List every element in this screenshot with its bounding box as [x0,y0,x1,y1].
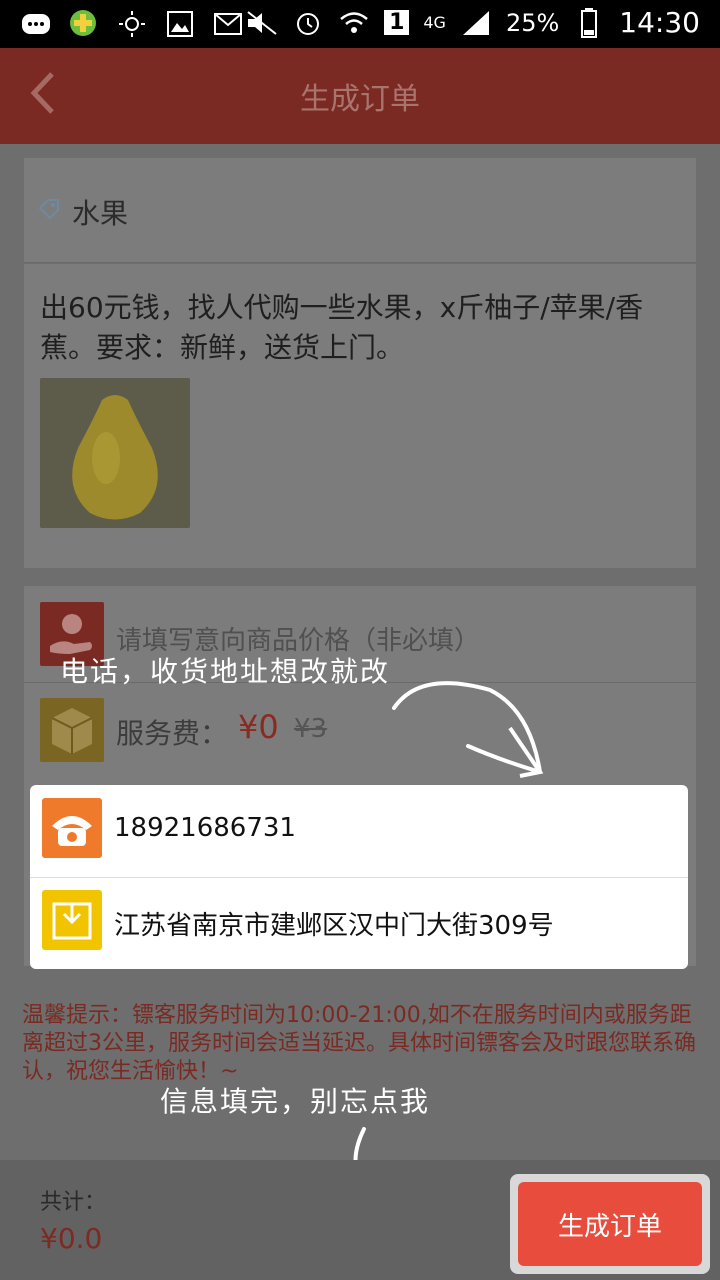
contact-popup: 18921686731 江苏省南京市建邺区汉中门大街309号 [30,785,688,969]
total-label: 共计： [40,1190,107,1215]
notification-icons [20,8,244,40]
alarm-icon [292,7,324,39]
curved-arrow-icon [392,681,544,778]
request-card: 出60元钱，找人代购一些水果，x斤柚子/苹果/香蕉。要求：新鲜，送货上门。 [24,264,696,568]
phone-icon [42,798,102,858]
category-row[interactable]: 水果 [24,158,696,263]
chat-icon [20,8,52,40]
bottom-bar: 共计： ¥0.0 生成订单 [0,1160,720,1280]
service-notice: 温馨提示：镖客服务时间为10:00-21:00,如不在服务时间内或服务距离超过3… [22,1003,696,1084]
mute-icon [246,7,278,39]
service-fee-original: ¥3 [294,714,328,744]
tag-icon [38,199,59,220]
phone-row[interactable]: 18921686731 [30,785,688,878]
battery-percent: 25% [505,8,560,37]
address: 江苏省南京市建邺区汉中门大街309号 [114,911,554,941]
app-badge-icon [68,8,100,40]
battery-icon [573,7,605,39]
title-bar: 生成订单 [0,48,720,144]
submit-highlight: 生成订单 [510,1174,710,1274]
package-icon [40,698,104,762]
network-label: 4G [423,13,446,32]
category-label: 水果 [72,197,129,230]
page-title: 生成订单 [300,82,420,117]
service-fee-row: 服务费： ¥0 ¥3 [24,682,696,778]
signal-icon [460,7,492,39]
status-bar: 1 4G 25% 14:30 [0,0,720,48]
total-value: ¥0.0 [40,1222,103,1255]
sim-indicator: 1 [384,10,410,35]
brightness-icon [116,8,148,40]
submit-tip: 信息填完，别忘点我 [160,1085,431,1118]
image-icon [164,8,196,40]
system-icons: 1 4G 25% 14:30 [246,6,700,39]
request-description: 出60元钱，找人代购一些水果，x斤柚子/苹果/香蕉。要求：新鲜，送货上门。 [40,291,644,364]
mail-icon [212,8,244,40]
service-fee-label: 服务费： [116,717,229,750]
generate-order-button[interactable]: 生成订单 [518,1182,702,1266]
wifi-icon [338,7,370,39]
pomelo-image [40,378,190,528]
phone-number: 18921686731 [114,813,296,843]
service-fee-value: ¥0 [238,708,279,746]
address-row[interactable]: 江苏省南京市建邺区汉中门大街309号 [30,877,688,969]
edit-tip: 电话，收货地址想改就改 [60,655,391,688]
inbox-icon [42,890,102,950]
clock: 14:30 [619,6,700,39]
product-photo[interactable] [40,378,190,528]
